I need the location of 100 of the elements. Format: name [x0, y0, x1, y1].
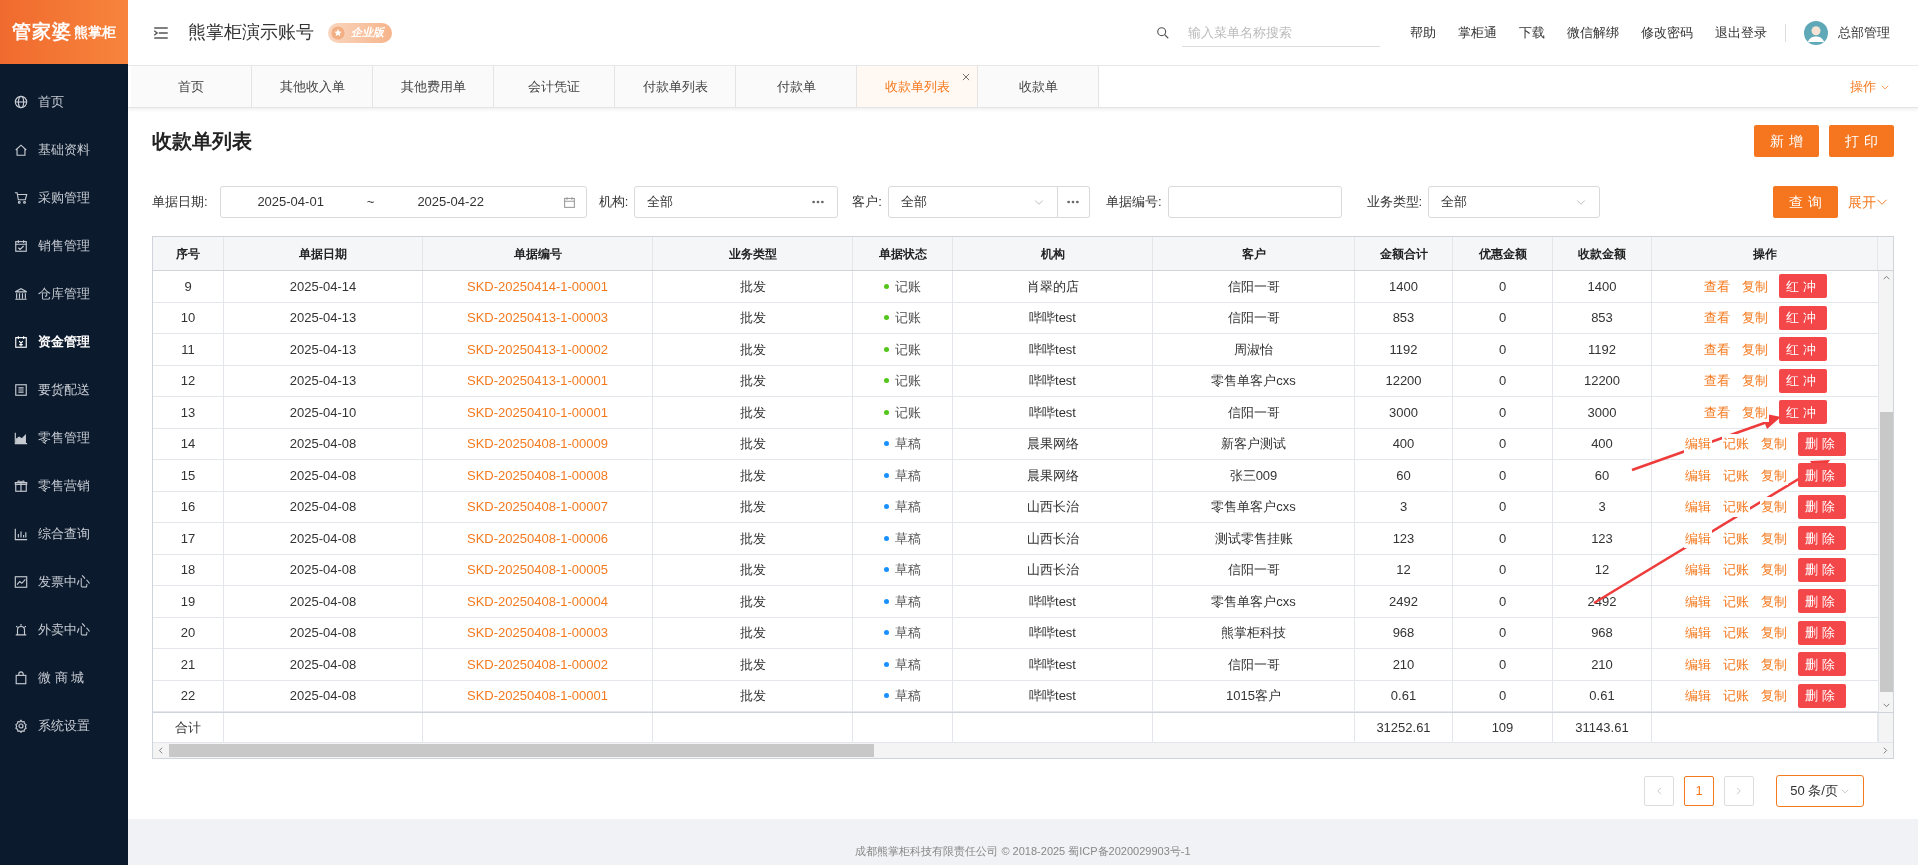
document-number-link[interactable]: SKD-20250408-1-00006	[467, 528, 608, 548]
table-cell: 信阳一哥	[1153, 649, 1355, 680]
page-button[interactable]: 1	[1684, 776, 1714, 806]
sidebar-item[interactable]: 微 商 城	[0, 654, 128, 702]
vertical-scrollbar[interactable]	[1878, 271, 1893, 712]
menu-search-field[interactable]: 输入菜单名称搜索	[1182, 18, 1380, 47]
toolbar-button[interactable]: 打印	[1829, 125, 1894, 157]
action-button[interactable]: 红冲	[1779, 337, 1827, 362]
table-cell: 张三009	[1153, 460, 1355, 491]
sidebar-item[interactable]: 零售营销	[0, 462, 128, 510]
action-button[interactable]: 红冲	[1779, 305, 1827, 330]
type-select[interactable]: 全部	[1428, 186, 1601, 218]
document-number-link[interactable]: SKD-20250413-1-00001	[467, 371, 608, 391]
action-button[interactable]: 删除	[1798, 557, 1846, 582]
column-header: 优惠金额	[1453, 237, 1553, 270]
action-button[interactable]: 删除	[1798, 463, 1846, 488]
table-cell: 信阳一哥	[1153, 554, 1355, 585]
table-cell: 2025-04-13	[224, 334, 423, 365]
table-cell: 哔哔test	[953, 334, 1153, 365]
table-cell: 60	[1355, 460, 1453, 491]
action-button[interactable]: 删除	[1798, 620, 1846, 645]
table-cell: 哔哔test	[953, 302, 1153, 333]
header-link[interactable]: 微信解绑	[1567, 22, 1619, 43]
sidebar-item[interactable]: 首页	[0, 78, 128, 126]
header-link[interactable]: 修改密码	[1641, 22, 1693, 43]
date-range-field[interactable]: 2025-04-01 ~ 2025-04-22	[219, 186, 587, 218]
sidebar-item[interactable]: 零售管理	[0, 414, 128, 462]
action-link[interactable]: 记账	[1722, 497, 1751, 517]
header-link[interactable]: 退出登录	[1715, 22, 1767, 43]
calendar-icon	[562, 195, 576, 209]
document-number-link[interactable]: SKD-20250414-1-00001	[467, 276, 608, 296]
close-icon[interactable]	[961, 72, 971, 82]
org-field[interactable]: 全部	[634, 186, 839, 218]
action-button[interactable]: 删除	[1798, 494, 1846, 519]
query-button[interactable]: 查询	[1773, 186, 1838, 218]
next-page-button[interactable]	[1724, 776, 1754, 806]
table-cell: 批发	[653, 334, 853, 365]
tab[interactable]: 其他费用单	[373, 66, 494, 107]
tab[interactable]: 付款单	[736, 66, 857, 107]
sidebar-item[interactable]: 仓库管理	[0, 270, 128, 318]
sidebar-item[interactable]: 综合查询	[0, 510, 128, 558]
page-size-select[interactable]: 50 条/页	[1776, 775, 1864, 807]
document-number-link[interactable]: SKD-20250408-1-00002	[467, 654, 608, 674]
action-button[interactable]: 红冲	[1779, 368, 1827, 393]
action-button[interactable]: 删除	[1798, 431, 1846, 456]
action-link[interactable]: 编辑	[1684, 434, 1713, 454]
document-number-link[interactable]: SKD-20250408-1-00005	[467, 560, 608, 580]
action-button[interactable]: 红冲	[1779, 400, 1827, 425]
action-button[interactable]: 红冲	[1779, 274, 1827, 299]
table-cell: 批发	[653, 554, 853, 585]
toolbar-button[interactable]: 新增	[1754, 125, 1819, 157]
document-number-link[interactable]: SKD-20250413-1-00002	[467, 339, 608, 359]
user-name[interactable]: 总部管理	[1838, 22, 1890, 43]
table-cell: 周淑怡	[1153, 334, 1355, 365]
status-text: 草稿	[895, 655, 921, 674]
action-link[interactable]: 编辑	[1684, 528, 1713, 548]
sidebar-item[interactable]: 基础资料	[0, 126, 128, 174]
tab[interactable]: 其他收入单	[252, 66, 373, 107]
previous-page-button[interactable]	[1644, 776, 1674, 806]
sidebar-item[interactable]: 发票中心	[0, 558, 128, 606]
document-number-link[interactable]: SKD-20250410-1-00001	[467, 402, 608, 422]
sidebar-item[interactable]: 销售管理	[0, 222, 128, 270]
table-cell: 2025-04-08	[224, 523, 423, 554]
status-text: 记账	[895, 309, 921, 327]
operations-menu[interactable]: 操作	[1850, 66, 1890, 107]
document-number-link[interactable]: SKD-20250408-1-00004	[467, 591, 608, 611]
tab[interactable]: 收款单	[978, 66, 1099, 107]
table-cell: 0	[1453, 491, 1553, 522]
sidebar-item[interactable]: 系统设置	[0, 702, 128, 750]
tab[interactable]: 付款单列表	[615, 66, 736, 107]
tab[interactable]: 会计凭证	[494, 66, 615, 107]
horizontal-scrollbar[interactable]	[153, 742, 1893, 758]
document-number-link[interactable]: SKD-20250408-1-00007	[467, 497, 608, 517]
document-number-link[interactable]: SKD-20250408-1-00009	[467, 434, 608, 454]
header-link[interactable]: 掌柜通	[1458, 22, 1497, 43]
table-cell: 山西长治	[953, 491, 1153, 522]
header-link[interactable]: 帮助	[1410, 22, 1436, 43]
sidebar-item[interactable]: 要货配送	[0, 366, 128, 414]
action-button[interactable]: 删除	[1798, 683, 1846, 708]
action-button[interactable]: 删除	[1798, 526, 1846, 551]
action-button[interactable]: 删除	[1798, 652, 1846, 677]
document-number-link[interactable]: SKD-20250408-1-00001	[467, 686, 608, 706]
action-button[interactable]: 删除	[1798, 589, 1846, 614]
document-number-link[interactable]: SKD-20250413-1-00003	[467, 308, 608, 328]
tab[interactable]: 收款单列表	[857, 66, 978, 107]
customer-select[interactable]: 全部	[887, 186, 1058, 218]
document-number-link[interactable]: SKD-20250408-1-00003	[467, 623, 608, 643]
tab[interactable]: 首页	[131, 66, 252, 107]
sidebar-item[interactable]: 采购管理	[0, 174, 128, 222]
table-cell: 测试零售挂账	[1153, 523, 1355, 554]
number-input-field[interactable]	[1167, 186, 1342, 218]
document-number-link[interactable]: SKD-20250408-1-00008	[467, 465, 608, 485]
header-link[interactable]: 下载	[1519, 22, 1545, 43]
table-cell: 批发	[653, 365, 853, 396]
table-cell: 2025-04-08	[224, 617, 423, 648]
sidebar-item[interactable]: 外卖中心	[0, 606, 128, 654]
expand-link[interactable]: 展开	[1848, 191, 1888, 213]
chevron-right-icon	[1734, 786, 1744, 796]
status-text: 草稿	[895, 592, 921, 611]
customer-picker-button[interactable]	[1057, 186, 1090, 218]
